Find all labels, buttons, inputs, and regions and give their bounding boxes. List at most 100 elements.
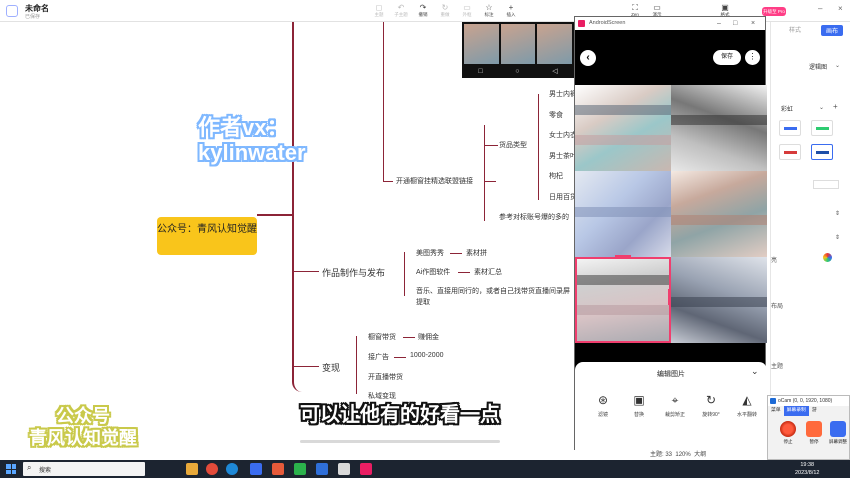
goods-item[interactable]: 枸杞: [549, 171, 563, 181]
live-node[interactable]: 开直播带货: [368, 372, 403, 382]
ocam-tab-menu[interactable]: 菜单: [768, 406, 784, 416]
ocam-stop-button[interactable]: 停止: [778, 421, 798, 445]
branch2-node[interactable]: 作品制作与发布: [322, 266, 385, 279]
collage-photo[interactable]: [671, 257, 767, 343]
goods-item[interactable]: 零食: [549, 110, 563, 120]
resize-handle[interactable]: [615, 255, 631, 258]
stepper-icon[interactable]: ⇕: [835, 210, 840, 217]
format-icon: ▣: [721, 3, 729, 12]
root-topic[interactable]: 公众号：青风认知觉醒: [157, 217, 257, 255]
structure-select[interactable]: 逻辑图: [809, 62, 827, 71]
goods-item[interactable]: 女士内衣: [549, 130, 577, 140]
branch1-node[interactable]: 开通橱窗挂精选联盟链接: [396, 176, 473, 186]
chevron-down-icon[interactable]: ⌄: [751, 366, 759, 377]
music-node[interactable]: 音乐、直接用同行的，或者自己找带货直播间录屏提取: [416, 286, 574, 308]
branch3-node[interactable]: 变现: [322, 361, 340, 374]
wechat-icon[interactable]: [294, 463, 306, 475]
ocam-tab-screen-record[interactable]: 屏幕录制: [783, 406, 809, 416]
home-nav-icon[interactable]: ○: [515, 66, 519, 78]
benchmark-node[interactable]: 参考对标账号爆的多的: [499, 212, 569, 222]
flip-icon: ◭: [742, 393, 752, 407]
toolbar-insert-button[interactable]: + 插入: [500, 3, 522, 21]
toolbar-boundary-button[interactable]: ▭ 外框: [456, 3, 478, 21]
panel-label: 布局: [771, 304, 784, 310]
app-icon[interactable]: [338, 463, 350, 475]
square-nav-icon[interactable]: □: [478, 66, 482, 78]
gzh-watermark: 公众号 青风认知觉醒: [29, 406, 137, 448]
back-button[interactable]: ‹: [580, 50, 596, 66]
color-wheel-icon[interactable]: [823, 253, 832, 262]
chevron-down-icon[interactable]: ⌄: [835, 62, 840, 69]
more-options-button[interactable]: ⋮: [745, 50, 760, 65]
system-clock[interactable]: 19:38 2023/8/12: [795, 461, 819, 477]
tab-style[interactable]: 样式: [789, 25, 801, 34]
font-size-field[interactable]: [813, 180, 839, 189]
filter-button[interactable]: ⊛ 滤镜: [585, 392, 621, 418]
theme-swatch[interactable]: [779, 144, 801, 160]
toolbar-topic-button[interactable]: ◻ 主题: [368, 3, 390, 21]
ads-node[interactable]: 接广告: [368, 352, 389, 362]
meitu-node[interactable]: 美图秀秀: [416, 248, 444, 258]
collage-photo[interactable]: [671, 171, 767, 257]
replace-button[interactable]: ▣ 替换: [621, 392, 657, 418]
toolbar-undo-button[interactable]: ↷ 撤销: [412, 3, 434, 21]
video-subtitle: 可以让他有的好看一点: [300, 404, 500, 426]
goods-item[interactable]: 男士茶叶: [549, 151, 577, 161]
rotate-button[interactable]: ↻ 旋转90°: [693, 392, 729, 418]
toolbar-redo-button[interactable]: ↻ 重做: [434, 3, 456, 21]
maximize-icon[interactable]: □: [733, 17, 737, 30]
theme-swatch[interactable]: [779, 120, 801, 136]
showcase-node[interactable]: 橱窗带货: [368, 332, 396, 342]
phone-preview-thumbnail[interactable]: □ ○ ◁: [462, 22, 574, 78]
stepper-icon[interactable]: ⇕: [835, 234, 840, 241]
ai-tool-node[interactable]: Ai作图软件: [416, 267, 450, 277]
toolbar-mark-button[interactable]: ☆ 标注: [478, 3, 500, 21]
zoom-status-bar: 主题: 33 120% 大纲: [650, 449, 706, 458]
selection-frame[interactable]: [575, 257, 671, 343]
zoom-level[interactable]: 120%: [675, 452, 690, 458]
file-explorer-icon[interactable]: [186, 463, 198, 475]
showcase-leaf[interactable]: 赚佣金: [418, 332, 439, 342]
collage-photo[interactable]: [671, 85, 767, 171]
minimize-icon[interactable]: –: [818, 4, 822, 13]
back-nav-icon[interactable]: ◁: [552, 66, 557, 78]
androidscreen-taskbar-icon[interactable]: [360, 463, 372, 475]
theme-swatch[interactable]: [811, 120, 833, 136]
upgrade-pro-button[interactable]: 升级至 Pro: [762, 7, 786, 16]
collage-photo[interactable]: [575, 171, 671, 257]
minimize-icon[interactable]: –: [717, 17, 721, 30]
ocam-tab-game[interactable]: 游: [809, 406, 820, 416]
color-scheme-select[interactable]: 彩虹: [781, 104, 793, 113]
goods-item[interactable]: 日用百货: [549, 192, 577, 202]
theme-swatch-selected[interactable]: [811, 144, 833, 160]
ocam-resize-button[interactable]: 屏幕调整: [828, 421, 848, 445]
app-icon[interactable]: [250, 463, 262, 475]
toolbar-subtopic-button[interactable]: ↶ 子主题: [390, 3, 412, 21]
save-button[interactable]: 保存: [713, 50, 741, 65]
app-icon[interactable]: [316, 463, 328, 475]
chevron-down-icon[interactable]: ⌄: [819, 104, 824, 111]
goods-item[interactable]: 男士内裤: [549, 89, 577, 99]
ocam-pause-button[interactable]: 暂停: [804, 421, 824, 445]
android-window-titlebar[interactable]: AndroidScreen – □ ×: [575, 17, 765, 30]
resize-handle[interactable]: [668, 289, 671, 305]
close-icon[interactable]: ×: [838, 4, 843, 13]
close-icon[interactable]: ×: [751, 17, 755, 30]
crop-button[interactable]: ⌖ 裁剪矫正: [657, 392, 693, 418]
outline-toggle[interactable]: 大纲: [694, 452, 706, 458]
meitu-leaf[interactable]: 素材拼: [466, 248, 487, 258]
ocam-titlebar[interactable]: oCam (0, 0, 1920, 1080): [768, 396, 849, 406]
app-icon[interactable]: [272, 463, 284, 475]
collage-photo[interactable]: [575, 85, 671, 171]
edge-icon[interactable]: [226, 463, 238, 475]
start-button[interactable]: [6, 464, 16, 474]
goods-type-node[interactable]: 货品类型: [499, 140, 527, 150]
plus-icon[interactable]: +: [833, 102, 838, 111]
tab-canvas[interactable]: 画布: [821, 25, 844, 36]
taskbar-search[interactable]: ⌕ 搜索: [23, 462, 145, 476]
horizontal-scrollbar[interactable]: [300, 440, 500, 443]
ai-tool-leaf[interactable]: 素材汇总: [474, 267, 502, 277]
ads-leaf[interactable]: 1000-2000: [410, 352, 443, 359]
flip-button[interactable]: ◭ 水平翻转: [729, 392, 765, 418]
chrome-icon[interactable]: [206, 463, 218, 475]
